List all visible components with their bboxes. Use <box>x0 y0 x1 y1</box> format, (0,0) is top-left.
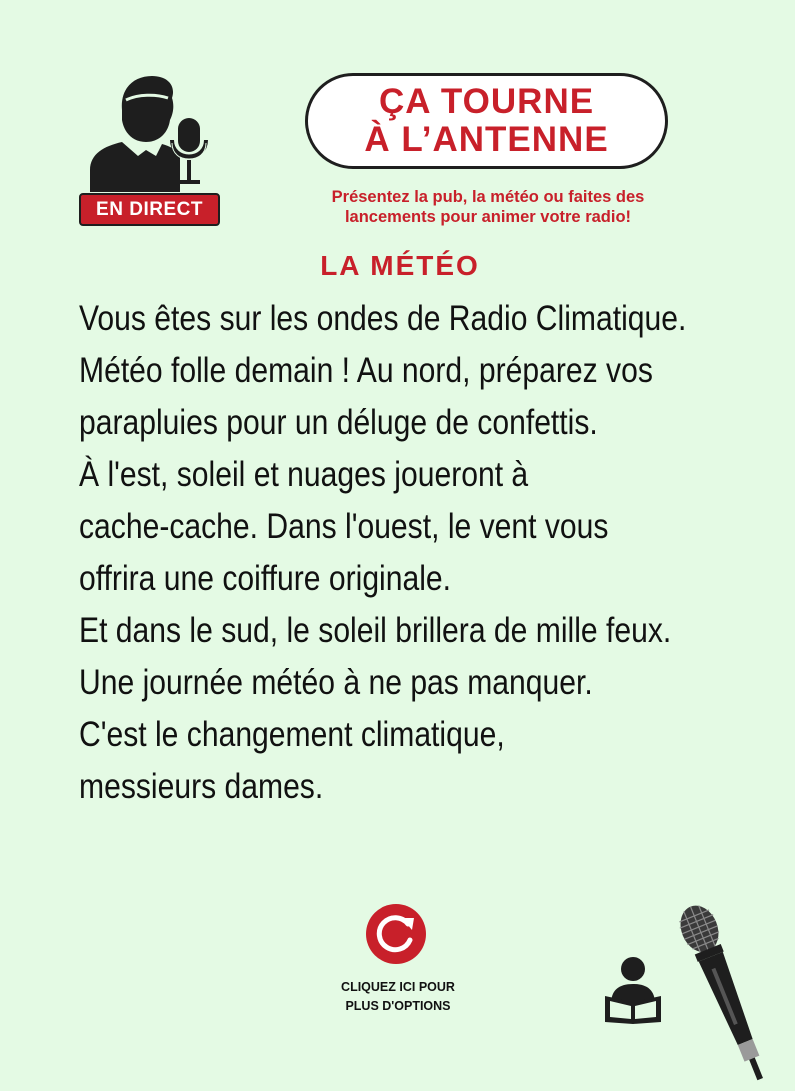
reader-icon[interactable] <box>601 956 665 1024</box>
script-line: Et dans le sud, le soleil brillera de mi… <box>79 611 672 650</box>
title-line-1: ÇA TOURNE <box>378 82 595 121</box>
reload-button[interactable] <box>366 904 426 964</box>
script-line: À l'est, soleil et nuages joueront à <box>79 455 529 494</box>
subtitle-line-1: Présentez la pub, la météo ou faites des <box>331 188 645 206</box>
live-badge: EN DIRECT <box>79 193 220 226</box>
script-line: C'est le changement climatique, <box>79 715 505 754</box>
subtitle: Présentez la pub, la météo ou faites des… <box>262 187 714 227</box>
weather-script: Vous êtes sur les ondes de Radio Climati… <box>79 293 687 813</box>
script-line: parapluies pour un déluge de confettis. <box>79 403 598 442</box>
options-label[interactable]: CLIQUEZ ICI POUR PLUS D'OPTIONS <box>310 978 486 1016</box>
card: EN DIRECT ÇA TOURNE À L’ANTENNE Présente… <box>0 0 795 1091</box>
subtitle-line-2: lancements pour animer votre radio! <box>344 208 632 226</box>
script-line: Une journée météo à ne pas manquer. <box>79 663 593 702</box>
script-line: offrira une coiffure originale. <box>79 559 452 598</box>
section-title: LA MÉTÉO <box>320 250 480 281</box>
script-line: cache-cache. Dans l'ouest, le vent vous <box>79 507 609 546</box>
options-line-2: PLUS D'OPTIONS <box>345 999 451 1013</box>
options-line-1: CLIQUEZ ICI POUR <box>341 980 455 994</box>
radio-host-icon <box>90 76 208 192</box>
title-line-2: À L’ANTENNE <box>364 120 609 159</box>
microphone-icon <box>679 905 763 1081</box>
script-line: Météo folle demain ! Au nord, préparez v… <box>79 351 653 390</box>
reload-icon <box>376 915 414 953</box>
script-line: Vous êtes sur les ondes de Radio Climati… <box>79 299 687 338</box>
title-banner: ÇA TOURNE À L’ANTENNE <box>305 73 668 169</box>
script-line: messieurs dames. <box>79 767 324 806</box>
